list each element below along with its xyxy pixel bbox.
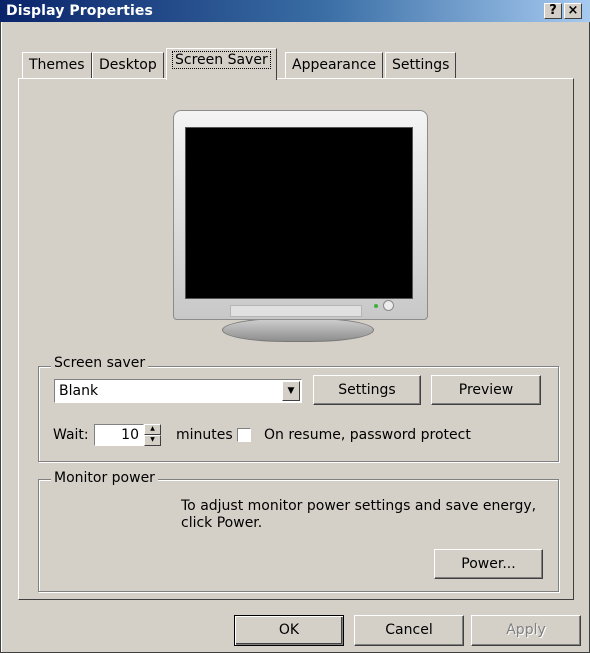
power-led-icon (374, 304, 378, 308)
tab-settings[interactable]: Settings (385, 52, 457, 78)
tab-label: Appearance (292, 57, 377, 73)
ok-button[interactable]: OK (234, 615, 344, 646)
power-knob-icon (383, 300, 394, 311)
screen-saver-dropdown[interactable]: Blank ▼ (54, 379, 302, 403)
spin-down-icon[interactable]: ▼ (144, 435, 161, 446)
preview-button[interactable]: Preview (431, 375, 541, 405)
password-protect-checkbox[interactable] (237, 428, 251, 442)
minutes-label: minutes (176, 427, 233, 443)
screen-saver-value: Blank (59, 383, 99, 399)
wait-label: Wait: (53, 427, 89, 443)
tab-label: Desktop (99, 57, 157, 73)
monitor-power-group-label: Monitor power (51, 470, 158, 486)
close-button[interactable]: × (564, 3, 582, 19)
title-bar[interactable]: Display Properties ? × (0, 0, 590, 22)
settings-button[interactable]: Settings (313, 375, 421, 405)
tab-label: Screen Saver (172, 51, 271, 69)
window-title: Display Properties (6, 3, 153, 19)
password-protect-label[interactable]: On resume, password protect (264, 427, 471, 443)
monitor-slot (230, 305, 362, 317)
chevron-down-icon[interactable]: ▼ (282, 381, 300, 401)
screen-saver-group-label: Screen saver (51, 355, 149, 371)
spin-up-icon[interactable]: ▲ (144, 424, 161, 435)
help-button[interactable]: ? (544, 3, 562, 19)
tab-desktop[interactable]: Desktop (92, 52, 164, 78)
wait-spinner[interactable]: ▲ ▼ (144, 424, 161, 446)
monitor-stand (222, 318, 374, 342)
wait-minutes-input[interactable]: 10 (94, 424, 144, 446)
monitor-power-description-2: click Power. (181, 515, 263, 531)
tab-themes[interactable]: Themes (22, 52, 92, 78)
tab-label: Themes (29, 57, 85, 73)
cancel-button[interactable]: Cancel (354, 615, 464, 646)
power-button[interactable]: Power... (434, 549, 543, 579)
apply-button: Apply (471, 615, 581, 646)
tab-screen-saver[interactable]: Screen Saver (166, 48, 277, 80)
tab-label: Settings (392, 57, 450, 73)
preview-screen (185, 127, 413, 299)
monitor-power-description-1: To adjust monitor power settings and sav… (181, 498, 537, 514)
wait-value: 10 (121, 427, 139, 443)
tab-appearance[interactable]: Appearance (285, 52, 384, 78)
